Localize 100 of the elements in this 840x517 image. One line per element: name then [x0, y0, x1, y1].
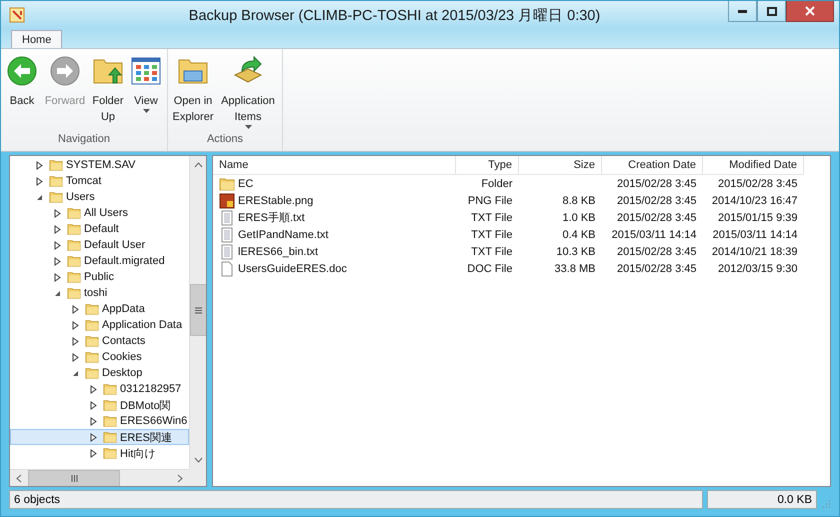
creation-date: 2015/02/28 3:45 — [616, 262, 698, 277]
expand-arrow-icon[interactable] — [89, 400, 98, 410]
expand-arrow-icon[interactable] — [71, 320, 80, 330]
tree-item[interactable]: Users — [10, 189, 189, 206]
folder-icon — [85, 318, 99, 332]
ribbon-button[interactable]: Folder Up — [91, 53, 125, 130]
scroll-thumb[interactable] — [190, 284, 206, 336]
collapse-arrow-icon[interactable] — [35, 192, 44, 202]
vertical-scrollbar[interactable] — [189, 156, 206, 470]
tree-item[interactable]: 0312182957 — [10, 381, 189, 398]
close-icon — [805, 6, 815, 16]
file-size: 33.8 MB — [554, 262, 596, 277]
resize-grip-icon — [821, 499, 831, 509]
column-header[interactable]: Name — [213, 156, 456, 175]
ribbon-button[interactable]: Open in Explorer — [172, 53, 214, 130]
tree-item[interactable]: DBMoto関 — [10, 397, 189, 414]
group-label: Actions — [206, 132, 244, 148]
modified-date: 2012/03/15 9:30 — [716, 262, 798, 277]
text-file-icon — [219, 244, 235, 260]
object-count: 6 objects — [9, 490, 703, 509]
minimize-button[interactable] — [728, 1, 757, 22]
scroll-right-icon[interactable] — [177, 474, 183, 483]
tree-item[interactable]: AppData — [10, 301, 189, 318]
tree-item[interactable]: Contacts — [10, 333, 189, 350]
total-size: 0.0 KB — [707, 490, 817, 509]
image-file-icon — [219, 192, 235, 209]
file-name[interactable]: UsersGuideERES.doc — [238, 262, 347, 275]
window-title: Backup Browser (CLIMB-PC-TOSHI at 2015/03/23 月曜日 0:30) — [188, 6, 602, 25]
grip-icon — [194, 306, 202, 314]
column-header[interactable]: Creation Date — [602, 156, 702, 175]
tree-item[interactable]: Tomcat — [10, 173, 189, 190]
modified-date: 2015/01/15 9:39 — [716, 210, 798, 226]
tree-item[interactable]: ERES66Win6 — [10, 413, 189, 430]
tree-item[interactable]: ERES関連 — [10, 429, 189, 446]
tree-item[interactable]: toshi — [10, 285, 189, 302]
tree-item[interactable]: Default.migrated — [10, 253, 189, 270]
grip-icon — [70, 474, 78, 482]
tree-item[interactable]: Hit向け — [10, 445, 189, 462]
file-name[interactable]: EREStable.png — [238, 194, 314, 207]
tree-item[interactable]: Application Data — [10, 317, 189, 334]
file-type: TXT File — [470, 210, 514, 226]
column-header[interactable]: Type — [456, 156, 518, 175]
close-button[interactable] — [786, 1, 834, 22]
tree-item[interactable]: Cookies — [10, 349, 189, 366]
file-name[interactable]: lERES66_bin.txt — [238, 246, 318, 258]
column-header[interactable]: Modified Date — [702, 156, 804, 175]
expand-arrow-icon[interactable] — [53, 240, 62, 250]
ribbon-tab[interactable]: Home — [11, 30, 62, 48]
scroll-down-icon[interactable] — [194, 457, 202, 464]
file-name[interactable]: ERES手順.txt — [238, 210, 305, 226]
creation-date: 2015/02/28 3:45 — [602, 174, 702, 192]
tree-item[interactable]: Default User — [10, 237, 189, 254]
ribbon-button[interactable]: Back — [5, 53, 39, 130]
ribbon-button[interactable]: Application Items — [218, 53, 278, 130]
folder-icon — [67, 206, 81, 220]
expand-arrow-icon[interactable] — [35, 160, 44, 170]
expand-arrow-icon[interactable] — [53, 208, 62, 218]
expand-arrow-icon[interactable] — [71, 336, 80, 346]
folder-icon — [103, 446, 117, 460]
collapse-arrow-icon[interactable] — [71, 368, 80, 378]
collapse-arrow-icon[interactable] — [53, 288, 62, 298]
folder-icon — [103, 430, 117, 444]
creation-date: 2015/03/11 14:14 — [610, 228, 698, 243]
scroll-thumb[interactable] — [28, 470, 120, 486]
expand-arrow-icon[interactable] — [53, 256, 62, 266]
expand-arrow-icon[interactable] — [71, 304, 80, 314]
expand-arrow-icon[interactable] — [89, 448, 98, 458]
creation-date: 2015/02/28 3:45 — [616, 244, 698, 260]
file-size: 10.3 KB — [555, 244, 596, 260]
tree-item[interactable]: SYSTEM.SAV — [10, 157, 189, 174]
folder-icon — [85, 366, 99, 380]
tree-item[interactable]: All Users — [10, 205, 189, 222]
ribbon-button[interactable]: View — [129, 53, 163, 130]
minimize-icon — [738, 10, 747, 12]
expand-arrow-icon[interactable] — [53, 272, 62, 282]
file-name[interactable]: GetIPandName.txt — [238, 228, 328, 241]
file-name[interactable]: EC — [238, 178, 254, 190]
folder-icon — [67, 270, 81, 284]
expand-arrow-icon[interactable] — [53, 224, 62, 234]
app-icon — [9, 7, 25, 24]
scroll-left-icon[interactable] — [16, 474, 22, 483]
horizontal-scrollbar[interactable] — [10, 469, 189, 486]
expand-arrow-icon[interactable] — [89, 384, 98, 394]
tree-item[interactable]: Desktop — [10, 365, 189, 382]
scroll-up-icon[interactable] — [194, 162, 202, 168]
file-type: Folder — [456, 174, 518, 192]
modified-date: 2015/03/11 14:14 — [712, 228, 798, 243]
expand-arrow-icon[interactable] — [89, 432, 98, 442]
expand-arrow-icon[interactable] — [71, 352, 80, 362]
expand-arrow-icon[interactable] — [35, 176, 44, 186]
file-size: 1.0 KB — [561, 210, 596, 226]
column-header[interactable]: Size — [518, 156, 602, 175]
folder-icon — [85, 350, 99, 364]
tree-item[interactable]: Default — [10, 221, 189, 238]
folder-icon — [49, 158, 63, 172]
expand-arrow-icon[interactable] — [89, 416, 98, 426]
folder-icon — [103, 382, 117, 396]
text-file-icon — [219, 226, 235, 243]
tree-item[interactable]: Public — [10, 269, 189, 286]
file-type: DOC File — [466, 262, 514, 277]
